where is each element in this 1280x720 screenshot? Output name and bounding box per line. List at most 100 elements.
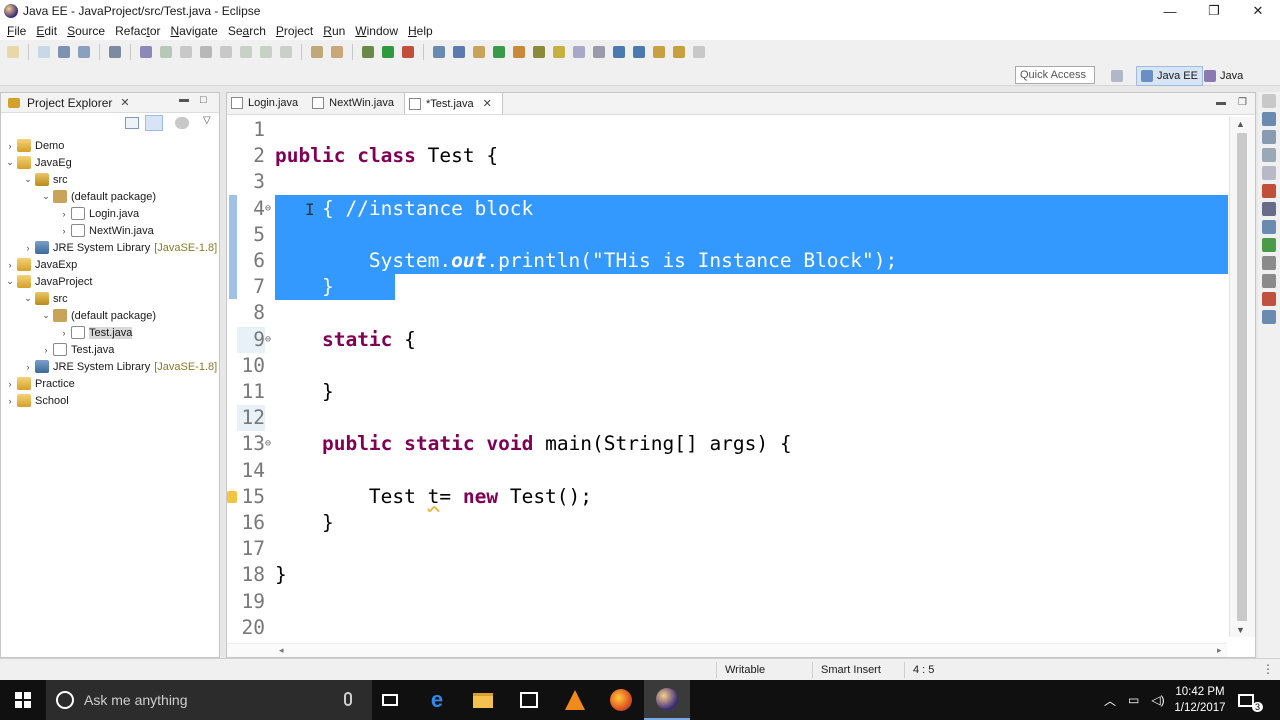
debug-icon[interactable] xyxy=(359,43,377,61)
expand-arrow-icon[interactable]: › xyxy=(59,226,69,236)
skip-breakpoints-icon[interactable] xyxy=(137,43,155,61)
javadoc-icon[interactable] xyxy=(1262,148,1276,162)
toggle-block-selection-icon[interactable] xyxy=(570,43,588,61)
fold-toggle-icon[interactable]: ⊖ xyxy=(265,196,271,222)
fold-toggle-icon[interactable]: ⊖ xyxy=(265,327,271,353)
resume-icon[interactable] xyxy=(157,43,175,61)
tray-overflow-icon[interactable]: ︿ xyxy=(1104,692,1116,709)
editor-tab[interactable]: NextWin.java xyxy=(308,92,404,114)
search-view-icon[interactable] xyxy=(1262,310,1276,324)
minimize-button[interactable]: — xyxy=(1148,0,1192,22)
collapse-arrow-icon[interactable]: ⌄ xyxy=(23,293,33,304)
scroll-thumb[interactable] xyxy=(1237,133,1247,621)
expand-arrow-icon[interactable]: › xyxy=(41,345,51,355)
problems-icon[interactable] xyxy=(1262,184,1276,198)
collapse-arrow-icon[interactable]: ⌄ xyxy=(41,191,51,202)
maximize-editor-icon[interactable]: ❐ xyxy=(1238,97,1247,108)
microphone-icon[interactable] xyxy=(344,692,352,706)
volume-icon[interactable]: ◁) xyxy=(1151,693,1164,707)
tree-item[interactable]: › JRE System Library [JavaSE-1.8] xyxy=(1,358,219,375)
network-icon[interactable]: ▭ xyxy=(1128,693,1139,707)
menu-edit[interactable]: Edit xyxy=(31,24,62,38)
taskbar-store[interactable] xyxy=(506,680,552,720)
tree-item[interactable]: › Demo xyxy=(1,137,219,154)
cortana-search-box[interactable]: Ask me anything xyxy=(46,680,372,720)
terminal-icon[interactable] xyxy=(1262,274,1276,288)
servers-icon[interactable] xyxy=(1262,220,1276,234)
collapse-all-icon[interactable] xyxy=(125,117,139,129)
search-icon[interactable] xyxy=(530,43,548,61)
step-return-icon[interactable] xyxy=(277,43,295,61)
menu-window[interactable]: Window xyxy=(350,24,403,38)
close-button[interactable]: ✕ xyxy=(1236,0,1280,22)
menu-help[interactable]: Help xyxy=(403,24,438,38)
step-into-icon[interactable] xyxy=(237,43,255,61)
menu-source[interactable]: Source xyxy=(62,24,110,38)
tree-item[interactable]: › Test.java xyxy=(1,324,219,341)
task-list-icon[interactable] xyxy=(1262,130,1276,144)
new-java-project-icon[interactable] xyxy=(450,43,468,61)
code-area[interactable]: 1 2 public class Test {3 4 ⊖ { //instance bl… xyxy=(227,117,1228,639)
terminate-icon[interactable] xyxy=(197,43,215,61)
external-tools-icon[interactable] xyxy=(399,43,417,61)
quick-access-input[interactable]: Quick Access xyxy=(1015,66,1095,84)
run-icon[interactable] xyxy=(379,43,397,61)
scroll-down-icon[interactable]: ▼ xyxy=(1236,625,1245,635)
new-wizard-icon[interactable] xyxy=(35,43,53,61)
expand-arrow-icon[interactable]: › xyxy=(59,328,69,338)
expand-arrow-icon[interactable]: › xyxy=(5,379,15,389)
tree-item[interactable]: › Practice xyxy=(1,375,219,392)
previous-annotation-icon[interactable] xyxy=(630,43,648,61)
expand-arrow-icon[interactable]: › xyxy=(5,396,15,406)
menu-search[interactable]: Search xyxy=(223,24,271,38)
taskbar-edge[interactable]: e xyxy=(414,680,460,720)
maximize-view-icon[interactable]: □ xyxy=(200,94,207,106)
status-more-icon[interactable]: ⋮ xyxy=(1262,662,1274,676)
tab-project-explorer[interactable]: Project Explorer ✕ xyxy=(1,93,134,113)
back-icon[interactable] xyxy=(670,43,688,61)
show-whitespace-icon[interactable] xyxy=(590,43,608,61)
warning-marker-icon[interactable] xyxy=(227,490,237,503)
expand-arrow-icon[interactable]: › xyxy=(5,141,15,151)
expand-arrow-icon[interactable]: › xyxy=(23,243,33,253)
open-perspective-icon[interactable] xyxy=(1108,67,1126,85)
focus-on-active-task-icon[interactable] xyxy=(175,117,189,129)
snippets-icon[interactable] xyxy=(1262,256,1276,270)
tree-item[interactable]: › JavaExp xyxy=(1,256,219,273)
tree-item[interactable]: ⌄ JavaEg xyxy=(1,154,219,171)
forward-icon[interactable] xyxy=(690,43,708,61)
close-tab-icon[interactable]: ✕ xyxy=(483,97,492,110)
use-step-filters-icon[interactable] xyxy=(328,43,346,61)
data-source-icon[interactable] xyxy=(1262,238,1276,252)
tree-item[interactable]: ⌄ (default package) xyxy=(1,307,219,324)
collapse-arrow-icon[interactable]: ⌄ xyxy=(41,310,51,321)
start-button[interactable] xyxy=(0,680,46,720)
print-icon[interactable] xyxy=(106,43,124,61)
save-all-icon[interactable] xyxy=(75,43,93,61)
vertical-scrollbar[interactable]: ▲ ▼ xyxy=(1229,117,1255,637)
link-with-editor-icon[interactable] xyxy=(145,115,163,131)
taskbar-firefox[interactable] xyxy=(598,680,644,720)
tree-item[interactable]: › NextWin.java xyxy=(1,222,219,239)
menu-run[interactable]: Run xyxy=(318,24,350,38)
expand-arrow-icon[interactable]: › xyxy=(23,362,33,372)
minimize-view-icon[interactable]: ▬ xyxy=(179,94,189,105)
tree-item[interactable]: › Login.java xyxy=(1,205,219,222)
step-over-icon[interactable] xyxy=(257,43,275,61)
scroll-right-icon[interactable]: ▸ xyxy=(1217,645,1222,656)
close-icon[interactable]: ✕ xyxy=(120,96,129,109)
fold-toggle-icon[interactable]: ⊖ xyxy=(265,431,271,457)
restore-button[interactable]: ❐ xyxy=(1192,0,1236,22)
suspend-icon[interactable] xyxy=(177,43,195,61)
collapse-arrow-icon[interactable]: ⌄ xyxy=(5,157,15,168)
tree-item[interactable]: ⌄ src xyxy=(1,171,219,188)
tree-item[interactable]: › Test.java xyxy=(1,341,219,358)
menu-refactor[interactable]: Refactor xyxy=(110,24,165,38)
disconnect-icon[interactable] xyxy=(217,43,235,61)
toggle-mark-occurrences-icon[interactable] xyxy=(550,43,568,61)
new-icon[interactable] xyxy=(4,43,22,61)
new-package-icon[interactable] xyxy=(470,43,488,61)
new-server-icon[interactable] xyxy=(430,43,448,61)
drop-to-frame-icon[interactable] xyxy=(308,43,326,61)
editor-tab[interactable]: Login.java xyxy=(227,92,308,114)
